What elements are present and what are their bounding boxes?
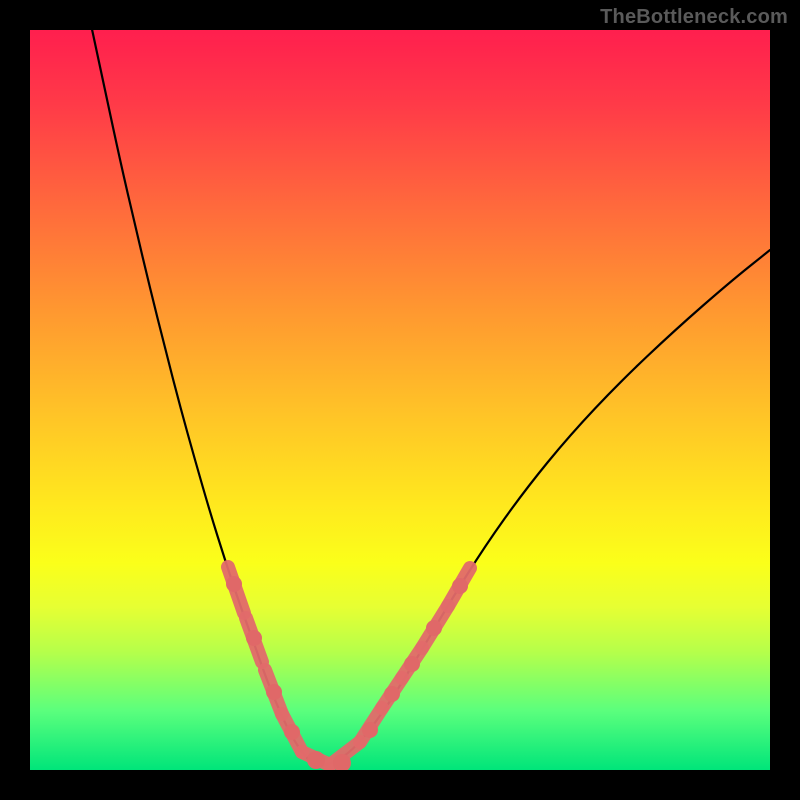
highlight-dot [404,656,420,672]
highlight-dot [266,684,282,700]
curve-right [315,250,770,766]
highlight-overlay [226,567,470,770]
watermark-text: TheBottleneck.com [600,6,788,29]
highlight-dot [426,620,442,636]
plot-area [30,30,770,770]
chart-frame: TheBottleneck.com [0,0,800,800]
curve-left [90,30,315,766]
highlight-dot [307,751,325,769]
highlight-dot [226,576,242,592]
highlight-dot [452,578,468,594]
chart-svg [30,30,770,770]
highlight-dot [246,630,262,646]
highlight-dot [384,686,400,702]
highlight-dot [362,722,378,738]
highlight-dot [284,724,300,740]
